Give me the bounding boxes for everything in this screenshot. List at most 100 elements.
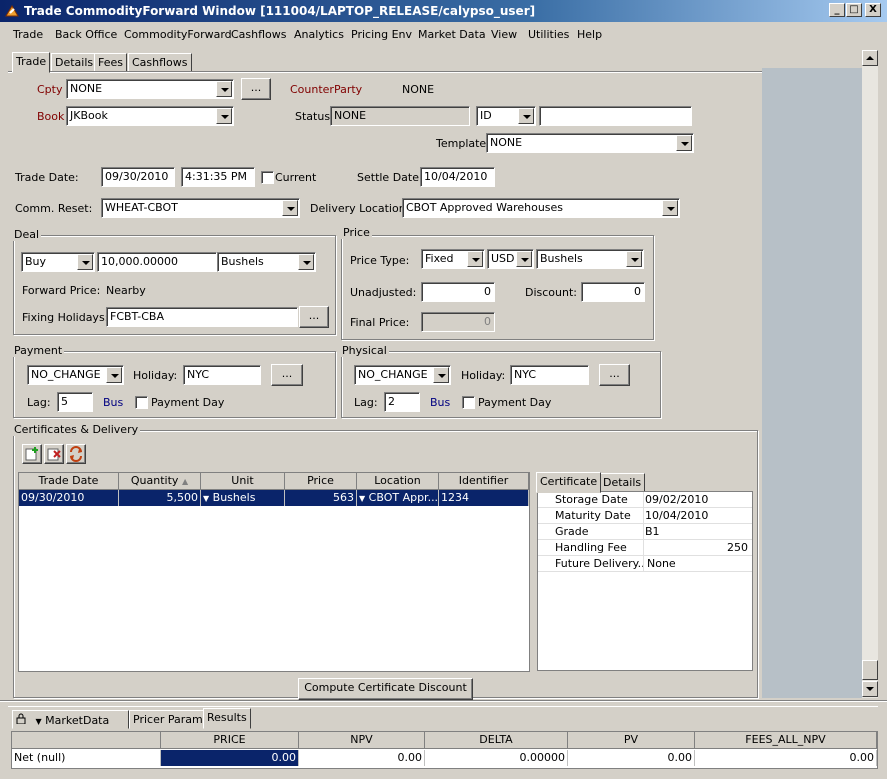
results-col-fees-all-npv[interactable]: FEES_ALL_NPV (695, 732, 877, 749)
tab-details[interactable]: Details (51, 53, 98, 72)
tab-results[interactable]: Results (203, 708, 251, 729)
certificates-table[interactable]: Trade Date Quantity ▲ Unit Price Locatio… (18, 472, 530, 672)
col-quantity[interactable]: Quantity ▲ (119, 473, 201, 490)
tab-divider (8, 71, 762, 73)
tab-marketdata[interactable]: ▼ MarketData (12, 710, 129, 729)
close-button[interactable]: X (865, 3, 881, 17)
comm-reset-select[interactable]: WHEAT-CBOT (101, 198, 300, 218)
menu-help[interactable]: Help (577, 28, 602, 41)
tab-trade[interactable]: Trade (12, 52, 51, 73)
col-unit[interactable]: Unit (201, 473, 285, 490)
cell-location-value: CBOT Appr... (368, 491, 439, 504)
discount-input[interactable]: 0 (581, 282, 645, 302)
scroll-down-button[interactable] (862, 681, 878, 697)
cpty-value: NONE (70, 82, 103, 95)
book-select[interactable]: JKBook (66, 106, 234, 126)
tab-cashflows[interactable]: Cashflows (128, 53, 192, 72)
delivery-location-select[interactable]: CBOT Approved Warehouses (402, 198, 680, 218)
price-type-select[interactable]: Fixed (421, 249, 485, 269)
col-price[interactable]: Price (285, 473, 357, 490)
deal-direction-select[interactable]: Buy (21, 252, 95, 272)
scroll-up-button[interactable] (862, 50, 878, 66)
col-location[interactable]: Location (357, 473, 439, 490)
menu-market-data[interactable]: Market Data (418, 28, 486, 41)
id-value: ID (480, 109, 492, 122)
tab-certificate[interactable]: Certificate (536, 472, 602, 493)
menu-view[interactable]: View (491, 28, 517, 41)
prop-storage-date[interactable]: Storage Date 09/02/2010 (538, 492, 752, 508)
tab-pricer-params[interactable]: Pricer Params (129, 710, 213, 729)
prop-future-delivery[interactable]: Future Delivery... None (538, 556, 752, 572)
deal-quantity-input[interactable]: 10,000.00000 (97, 252, 217, 272)
cpty-browse-button[interactable]: ... (241, 78, 271, 100)
status-field: NONE (330, 106, 470, 126)
col-identifier[interactable]: Identifier (439, 473, 529, 490)
results-cell-npv[interactable]: 0.00 (299, 750, 425, 766)
fixing-holidays-browse-button[interactable]: ... (299, 306, 329, 328)
deal-title: Deal (12, 228, 42, 241)
vertical-scrollbar[interactable] (862, 50, 878, 698)
currency-select[interactable]: USD (487, 249, 534, 269)
menu-back-office[interactable]: Back Office (55, 28, 117, 41)
menu-cashflows[interactable]: Cashflows (231, 28, 287, 41)
results-cell-delta[interactable]: 0.00000 (425, 750, 568, 766)
payment-holiday-input[interactable]: NYC (183, 365, 261, 385)
results-col-name[interactable] (12, 732, 161, 749)
physical-holiday-input[interactable]: NYC (510, 365, 589, 385)
results-cell-fees-all-npv[interactable]: 0.00 (695, 750, 877, 766)
trade-date-input[interactable]: 09/30/2010 (101, 167, 175, 187)
counterparty-value: NONE (402, 83, 435, 96)
payment-lag-input[interactable]: 5 (57, 392, 93, 412)
template-select[interactable]: NONE (486, 133, 694, 153)
price-unit-select[interactable]: Bushels (536, 249, 644, 269)
unadjusted-input[interactable]: 0 (421, 282, 495, 302)
col-trade-date[interactable]: Trade Date (19, 473, 119, 490)
id-input[interactable] (539, 106, 692, 126)
results-col-pv[interactable]: PV (568, 732, 695, 749)
menu-commodityforward[interactable]: CommodityForward (124, 28, 232, 41)
menu-analytics[interactable]: Analytics (294, 28, 344, 41)
refresh-certificates-button[interactable] (66, 444, 86, 464)
add-certificate-button[interactable] (22, 444, 42, 464)
tab-fees[interactable]: Fees (94, 53, 127, 72)
compute-certificate-discount-button[interactable]: Compute Certificate Discount (298, 678, 473, 700)
maximize-button[interactable]: □ (846, 3, 862, 17)
prop-value: B1 (645, 525, 660, 538)
certificate-properties[interactable]: Storage Date 09/02/2010 Maturity Date 10… (537, 491, 753, 671)
deal-unit-select[interactable]: Bushels (217, 252, 316, 272)
prop-grade[interactable]: Grade B1 (538, 524, 752, 540)
remove-certificate-button[interactable] (44, 444, 64, 464)
settle-date-input[interactable]: 10/04/2010 (420, 167, 495, 187)
chevron-down-icon (467, 251, 483, 267)
cell-trade-date: 09/30/2010 (19, 490, 119, 506)
menu-bar: Trade Back Office CommodityForward Cashf… (0, 22, 887, 46)
prop-handling-fee[interactable]: Handling Fee 250 (538, 540, 752, 556)
prop-maturity-date[interactable]: Maturity Date 10/04/2010 (538, 508, 752, 524)
scroll-thumb[interactable] (862, 660, 878, 680)
payment-holiday-browse-button[interactable]: ... (271, 364, 303, 386)
results-col-delta[interactable]: DELTA (425, 732, 568, 749)
trade-time-input[interactable]: 4:31:35 PM (181, 167, 255, 187)
results-col-npv[interactable]: NPV (299, 732, 425, 749)
table-row[interactable]: 09/30/2010 5,500 ▼ Bushels 563 ▼ CBOT Ap… (19, 490, 529, 506)
fixing-holidays-input[interactable]: FCBT-CBA (106, 307, 298, 327)
results-col-price[interactable]: PRICE (161, 732, 299, 749)
id-select[interactable]: ID (476, 106, 536, 126)
tab-certificate-details[interactable]: Details (599, 473, 646, 492)
physical-day-checkbox[interactable] (462, 396, 475, 409)
results-table[interactable]: PRICE NPV DELTA PV FEES_ALL_NPV Net (nul… (11, 731, 878, 769)
menu-pricing-env[interactable]: Pricing Env (351, 28, 412, 41)
physical-mode-select[interactable]: NO_CHANGE (354, 365, 451, 385)
cpty-select[interactable]: NONE (66, 79, 234, 99)
physical-holiday-browse-button[interactable]: ... (599, 364, 630, 386)
payment-mode-select[interactable]: NO_CHANGE (27, 365, 124, 385)
menu-utilities[interactable]: Utilities (528, 28, 569, 41)
physical-lag-input[interactable]: 2 (384, 392, 420, 412)
results-cell-pv[interactable]: 0.00 (568, 750, 695, 766)
minimize-button[interactable]: _ (829, 3, 845, 17)
results-cell-price[interactable]: 0.00 (161, 750, 299, 766)
menu-trade[interactable]: Trade (13, 28, 43, 41)
settle-date-label: Settle Date: (357, 171, 423, 184)
current-checkbox[interactable] (261, 171, 274, 184)
payment-day-checkbox[interactable] (135, 396, 148, 409)
